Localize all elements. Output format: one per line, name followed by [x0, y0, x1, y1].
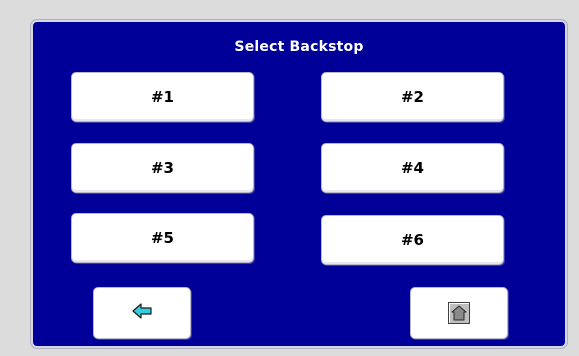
backstop-4-button[interactable]: #4	[321, 143, 504, 193]
page-title: Select Backstop	[234, 39, 364, 55]
backstop-2-button[interactable]: #2	[321, 72, 504, 122]
screen-frame: Select Backstop #1 #2 #3 #4 #5 #6	[0, 0, 579, 356]
home-icon	[448, 302, 470, 324]
home-button[interactable]	[410, 287, 508, 339]
backstop-6-button[interactable]: #6	[321, 215, 504, 265]
backstop-panel: Select Backstop #1 #2 #3 #4 #5 #6	[31, 20, 567, 348]
backstop-3-button[interactable]: #3	[71, 143, 254, 193]
arrow-left-icon	[132, 303, 152, 323]
back-button[interactable]	[93, 287, 191, 339]
backstop-1-button[interactable]: #1	[71, 72, 254, 122]
backstop-5-button[interactable]: #5	[71, 213, 254, 263]
